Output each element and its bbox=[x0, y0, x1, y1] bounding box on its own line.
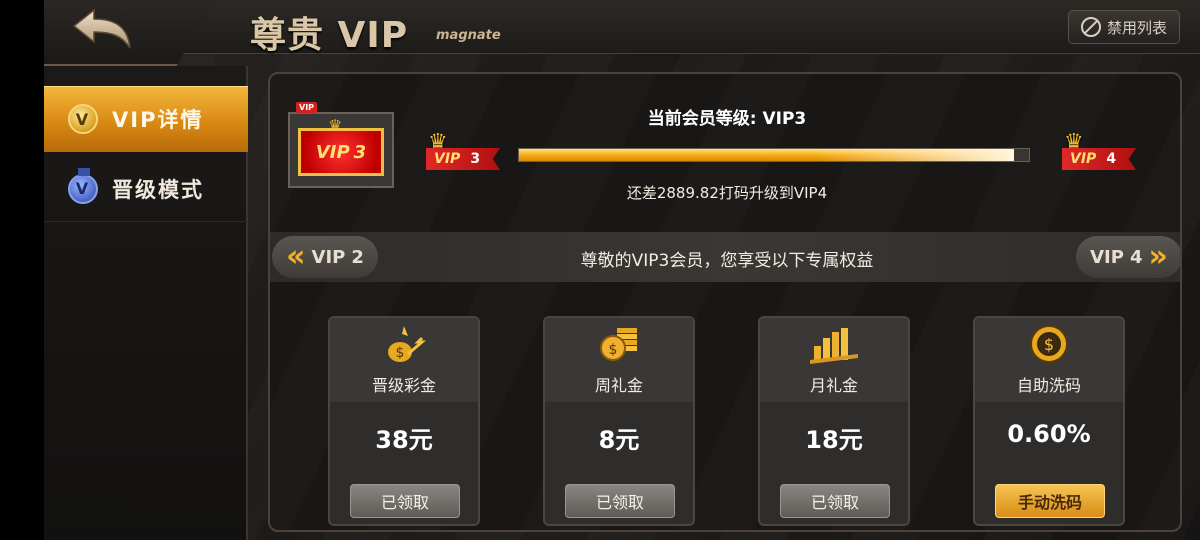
claimed-button[interactable]: 已领取 bbox=[780, 484, 890, 518]
tag-label: VIP bbox=[1070, 151, 1097, 167]
svg-text:$: $ bbox=[396, 345, 405, 361]
benefit-value: 18元 bbox=[805, 426, 863, 454]
benefit-value: 8元 bbox=[598, 426, 640, 454]
tag-level: 3 bbox=[470, 151, 481, 167]
ban-list-label: 禁用列表 bbox=[1106, 18, 1167, 37]
vip-detail-panel: VIP ♛ VIP 3 当前会员等级: VIP3 ♛ VIP 3 ♛ VIP 4… bbox=[268, 72, 1182, 532]
next-level-button[interactable]: VIP 4 » bbox=[1076, 236, 1180, 278]
current-level-tag: VIP 3 bbox=[426, 148, 500, 170]
page-subtitle: magnate bbox=[436, 28, 501, 43]
benefit-label: 自助洗码 bbox=[1016, 376, 1081, 395]
benefit-card-promotion-bonus: $ 晋级彩金 38元 已领取 bbox=[328, 316, 480, 526]
level-progress-bar bbox=[518, 148, 1030, 162]
coin-stack-icon: $ bbox=[545, 324, 693, 372]
sidebar-item-promotion-mode[interactable]: V 晋级模式 bbox=[44, 156, 248, 222]
level-benefit-description: 尊敬的VIP3会员，您享受以下专属权益 bbox=[580, 251, 874, 271]
screen-edge bbox=[0, 0, 44, 540]
v-coin-icon: V bbox=[68, 104, 98, 134]
claimed-button[interactable]: 已领取 bbox=[350, 484, 460, 518]
next-level-label: VIP bbox=[1090, 246, 1124, 268]
svg-text:$: $ bbox=[609, 342, 618, 358]
claimed-button[interactable]: 已领取 bbox=[565, 484, 675, 518]
svg-text:$: $ bbox=[1044, 335, 1054, 354]
back-button[interactable] bbox=[70, 8, 134, 54]
dollar-coin-icon: $ bbox=[975, 324, 1123, 372]
chevron-right-icon: » bbox=[1148, 239, 1168, 274]
current-level-text: 当前会员等级: VIP3 bbox=[647, 109, 807, 129]
progress-highlight bbox=[815, 149, 1014, 161]
next-level-tag: VIP 4 bbox=[1062, 148, 1136, 170]
sidebar-item-label: 晋级模式 bbox=[112, 177, 204, 202]
remaining-wager-text: 还差2889.82打码升级到VIP4 bbox=[626, 184, 828, 202]
sidebar-item-label: VIP详情 bbox=[112, 108, 204, 132]
vip-badge-text: VIP bbox=[315, 141, 350, 163]
bar-chart-icon bbox=[760, 324, 908, 372]
tag-label: VIP bbox=[434, 151, 461, 167]
benefit-value: 0.60% bbox=[1007, 420, 1091, 448]
page-title: 尊贵 VIP bbox=[250, 15, 409, 56]
ban-icon bbox=[1080, 17, 1101, 37]
level-progress-fill bbox=[519, 149, 1014, 161]
money-bag-icon: $ bbox=[330, 324, 478, 372]
benefit-value: 38元 bbox=[375, 426, 433, 454]
benefit-label: 月礼金 bbox=[809, 376, 858, 395]
medal-icon: V bbox=[68, 167, 98, 204]
header-bar bbox=[44, 0, 1200, 54]
vip-badge-level: 3 bbox=[353, 141, 367, 163]
back-arrow-icon bbox=[72, 8, 131, 49]
vip-badge-plate: VIP 3 bbox=[298, 128, 384, 176]
level-nav-strip: « VIP 2 尊敬的VIP3会员，您享受以下专属权益 VIP 4 » bbox=[270, 232, 1180, 282]
sidebar-item-vip-details[interactable]: V VIP详情 bbox=[44, 86, 248, 152]
vip-app: 尊贵 VIP magnate 禁用列表 V VIP详情 V 晋级模式 VIP ♛… bbox=[44, 0, 1200, 540]
benefit-card-monthly-bonus: 月礼金 18元 已领取 bbox=[758, 316, 910, 526]
benefit-card-weekly-bonus: $ 周礼金 8元 已领取 bbox=[543, 316, 695, 526]
benefit-label: 周礼金 bbox=[594, 376, 643, 395]
benefit-label: 晋级彩金 bbox=[371, 376, 436, 395]
ban-list-button[interactable]: 禁用列表 bbox=[1068, 10, 1180, 44]
sidebar: V VIP详情 V 晋级模式 bbox=[44, 66, 248, 540]
benefit-card-self-rebate: $ 自助洗码 0.60% 手动洗码 bbox=[973, 316, 1125, 526]
manual-rebate-button[interactable]: 手动洗码 bbox=[995, 484, 1105, 518]
next-level-num: 4 bbox=[1129, 246, 1143, 268]
tag-level: 4 bbox=[1106, 151, 1117, 167]
